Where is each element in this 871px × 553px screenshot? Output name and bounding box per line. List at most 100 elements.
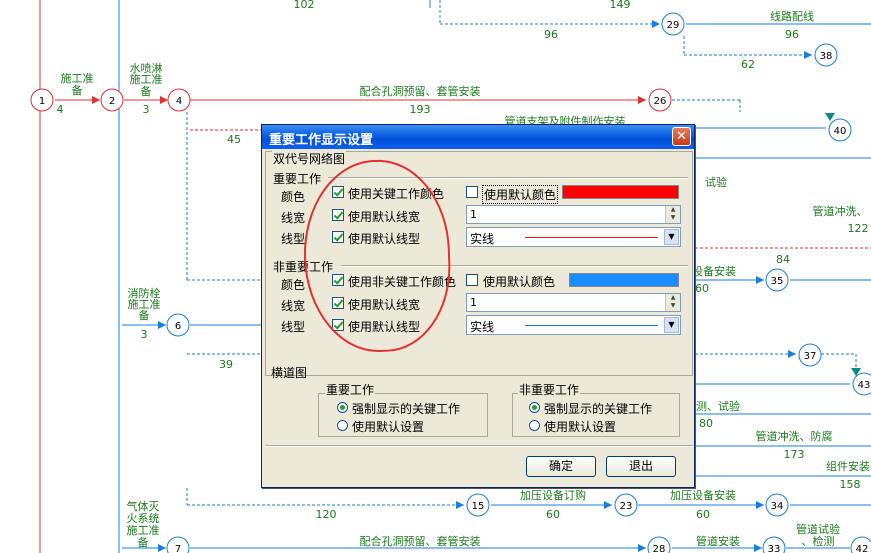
arrowhead <box>638 544 646 552</box>
arrowhead <box>756 501 764 509</box>
nonimportant-default-color-label: 使用默认颜色 <box>483 275 556 289</box>
bar-nonimportant-option2-radio[interactable] <box>529 420 540 431</box>
dialog-titlebar[interactable]: 重要工作显示设置 ✕ <box>262 125 694 149</box>
network-edge-label: 158 <box>840 478 861 491</box>
network-edge-label: 80 <box>699 417 713 430</box>
nonimportant-default-width-label: 使用默认线宽 <box>348 298 421 312</box>
network-edge-label: 60 <box>546 508 560 521</box>
button-divider <box>265 445 693 447</box>
arrowhead <box>604 501 612 509</box>
bar-nonimportant-option1-label: 强制显示的关键工作 <box>544 402 653 416</box>
nonimportant-key-color-label: 使用非关键工作颜色 <box>348 275 457 289</box>
section-double-label: 双代号网络图 <box>272 150 347 167</box>
network-edge-label: 193 <box>410 103 431 116</box>
nonimportant-style-select[interactable]: 实线 ▼ <box>466 315 681 335</box>
network-edge-label: 149 <box>610 0 631 11</box>
network-edge-label: 加压设备订购 <box>520 488 586 502</box>
important-style-select[interactable]: 实线 ▼ <box>466 227 681 247</box>
network-node-label: 23 <box>620 501 633 512</box>
bar-important-label: 重要工作 <box>325 381 376 398</box>
network-node-label: 43 <box>858 380 871 391</box>
arrowhead <box>638 96 646 104</box>
important-divider <box>328 177 688 179</box>
network-edge-label: 组件安装 <box>826 459 870 473</box>
network-edge-label: 122 <box>848 222 869 235</box>
chevron-down-icon[interactable]: ▼ <box>664 229 679 245</box>
network-node-label: 33 <box>768 544 781 553</box>
important-color-swatch[interactable] <box>562 185 679 199</box>
network-edge-label: 试验 <box>705 175 727 189</box>
nonimportant-width-spinner[interactable]: 1 ▲ ▼ <box>466 293 681 312</box>
nonimportant-divider <box>341 265 688 267</box>
arrowhead <box>92 96 100 104</box>
bar-nonimportant-option1-radio[interactable] <box>529 402 540 413</box>
arrowhead <box>825 113 835 121</box>
network-node-label: 6 <box>175 321 181 332</box>
network-node-label: 29 <box>667 20 680 31</box>
nonimportant-default-style-checkbox[interactable] <box>332 319 344 331</box>
spin-arrows-icon[interactable]: ▲ ▼ <box>665 206 680 223</box>
bar-important-option1-label: 强制显示的关键工作 <box>352 402 461 416</box>
network-node-label: 38 <box>820 51 833 62</box>
nonimportant-key-color-checkbox[interactable] <box>332 274 344 286</box>
important-style-value: 实线 <box>470 232 495 246</box>
nonimportant-width-value: 1 <box>470 296 477 309</box>
nonimportant-style-label: 线型 <box>281 320 306 334</box>
important-default-color-checkbox[interactable] <box>466 186 478 198</box>
network-edge-label: 173 <box>784 448 805 461</box>
arrowhead <box>160 96 168 104</box>
bar-important-option2-radio[interactable] <box>337 420 348 431</box>
close-icon: ✕ <box>676 129 687 144</box>
arrowhead <box>754 544 762 552</box>
nonimportant-color-swatch[interactable] <box>569 273 679 287</box>
ok-button[interactable]: 确定 <box>526 456 596 477</box>
important-line-preview <box>525 237 658 238</box>
network-edge-label: 备 <box>139 308 150 322</box>
network-edge-label: 84 <box>776 253 790 266</box>
important-width-spinner[interactable]: 1 ▲ ▼ <box>466 205 681 224</box>
settings-dialog: 重要工作显示设置 ✕ 双代号网络图 重要工作 颜色 线宽 线型 使用关键工作颜色… <box>261 124 695 488</box>
arrowhead <box>158 321 166 329</box>
bar-important-option1-radio[interactable] <box>337 402 348 413</box>
close-button[interactable]: ✕ <box>672 127 691 146</box>
network-node-label: 2 <box>109 96 115 107</box>
network-node-label: 37 <box>804 351 817 362</box>
dialog-title: 重要工作显示设置 <box>269 133 374 148</box>
bar-important-option2-label: 使用默认设置 <box>352 420 425 434</box>
arrowhead <box>804 51 812 59</box>
important-default-width-checkbox[interactable] <box>332 209 344 221</box>
network-node-label: 15 <box>472 501 485 512</box>
network-edge-label: 测、试验 <box>696 399 740 413</box>
network-edge-label: 气体灭 <box>127 499 160 513</box>
arrowhead <box>456 501 464 509</box>
network-node-label: 35 <box>771 276 784 287</box>
section-bar-label: 横道图 <box>271 366 308 380</box>
network-edge-label: 96 <box>785 28 799 41</box>
network-edge-label: 39 <box>219 358 233 371</box>
network-edge-label: 60 <box>696 508 710 521</box>
important-width-value: 1 <box>470 208 477 221</box>
network-edge-label: 管道试验 <box>796 522 840 536</box>
network-node-label: 7 <box>175 544 181 553</box>
network-node-label: 34 <box>771 501 784 512</box>
network-edge-label: 备 <box>141 84 152 98</box>
nonimportant-default-color-checkbox[interactable] <box>466 274 478 286</box>
network-edge-label: 备 <box>138 535 149 549</box>
network-edge-label: 120 <box>316 508 337 521</box>
network-edge-label: 线路配线 <box>770 9 814 23</box>
important-default-style-checkbox[interactable] <box>332 231 344 243</box>
nonimportant-default-style-label: 使用默认线型 <box>348 320 421 334</box>
network-edge-label: 加压设备安装 <box>670 488 736 502</box>
bar-nonimportant-option2-label: 使用默认设置 <box>544 420 617 434</box>
nonimportant-default-width-checkbox[interactable] <box>332 297 344 309</box>
network-edge-label: 设备安装 <box>692 264 736 278</box>
nonimportant-color-label: 颜色 <box>281 278 306 292</box>
nonimportant-line-preview <box>525 325 658 326</box>
spin-arrows-icon[interactable]: ▲ ▼ <box>665 294 680 311</box>
important-key-color-checkbox[interactable] <box>332 186 344 198</box>
bar-nonimportant-label: 非重要工作 <box>518 381 581 398</box>
network-edge-label: 、检测 <box>802 534 835 548</box>
important-default-style-label: 使用默认线型 <box>348 232 421 246</box>
cancel-button[interactable]: 退出 <box>606 456 676 477</box>
chevron-down-icon[interactable]: ▼ <box>664 317 679 333</box>
